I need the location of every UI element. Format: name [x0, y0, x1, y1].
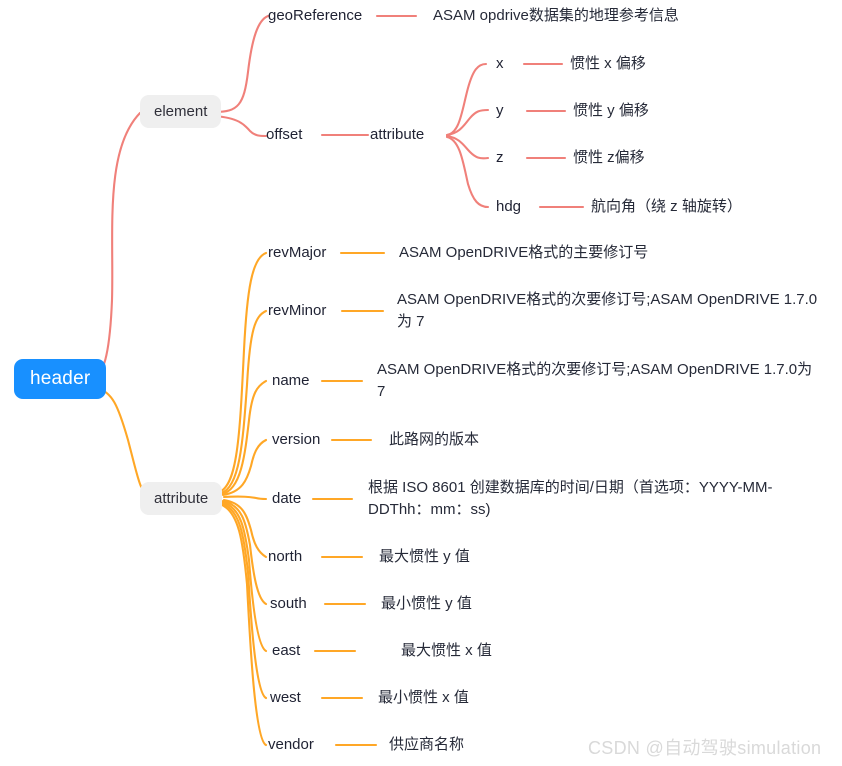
node-version[interactable]: version: [272, 430, 320, 450]
link-attribute-x: [445, 62, 488, 137]
desc-revminor: ASAM OpenDRIVE格式的次要修订号;ASAM OpenDRIVE 1.…: [397, 291, 818, 330]
link-attribute-y: [445, 108, 490, 137]
node-revminor[interactable]: revMinor: [268, 301, 326, 321]
branch-node-attribute[interactable]: attribute: [140, 482, 223, 516]
link-attr-revminor: [219, 309, 268, 495]
node-vendor[interactable]: vendor: [268, 735, 314, 755]
desc-east: 最大惯性 x 值: [401, 642, 492, 659]
mindmap-canvas: header element geoReference ASAM opdrive…: [0, 0, 842, 766]
node-georeference[interactable]: geoReference: [268, 6, 362, 26]
desc-offset-y: 惯性 y 偏移: [573, 102, 649, 119]
desc-version: 此路网的版本: [389, 431, 480, 448]
root-node-header[interactable]: header: [14, 359, 107, 399]
desc-offset-x: 惯性 x 偏移: [570, 55, 646, 72]
desc-north: 最大惯性 y 值: [379, 548, 470, 565]
link-attribute-z: [445, 134, 490, 160]
desc-date: 根据 ISO 8601 创建数据库的时间/日期（首选项：YYYY-MM-DDTh…: [368, 479, 773, 518]
branch-node-element[interactable]: element: [140, 95, 222, 129]
desc-offset-hdg: 航向角（绕 z 轴旋转）: [591, 198, 742, 215]
desc-vendor: 供应商名称: [389, 736, 465, 753]
node-west[interactable]: west: [270, 688, 301, 708]
desc-revmajor: ASAM OpenDRIVE格式的主要修订号: [399, 244, 649, 261]
link-attr-version: [221, 438, 268, 497]
node-name[interactable]: name: [272, 371, 310, 391]
link-attr-west: [219, 501, 268, 700]
link-attr-south: [221, 499, 268, 606]
desc-offset-z: 惯性 z偏移: [573, 149, 645, 166]
link-attr-date: [222, 495, 268, 501]
csdn-watermark: CSDN @自动驾驶simulation: [588, 738, 822, 758]
node-offset-z[interactable]: z: [496, 148, 504, 168]
link-attribute-hdg: [445, 135, 490, 209]
node-revmajor[interactable]: revMajor: [268, 243, 326, 263]
link-element-offset: [213, 114, 268, 138]
node-date[interactable]: date: [272, 489, 301, 509]
node-offset-y[interactable]: y: [496, 101, 504, 121]
link-root-element: [95, 111, 142, 375]
node-offset-hdg[interactable]: hdg: [496, 197, 521, 217]
desc-georeference: ASAM opdrive数据集的地理参考信息: [433, 7, 679, 24]
link-root-attribute: [95, 386, 150, 499]
link-attr-east: [220, 500, 268, 653]
node-offset-x[interactable]: x: [496, 54, 504, 74]
link-attr-north: [222, 498, 268, 559]
link-element-georeference: [213, 14, 270, 114]
link-attr-revmajor: [217, 251, 268, 494]
node-offset[interactable]: offset: [266, 125, 302, 145]
node-north[interactable]: north: [268, 547, 302, 567]
desc-west: 最小惯性 x 值: [378, 689, 469, 706]
link-attr-vendor: [218, 502, 268, 747]
desc-name: ASAM OpenDRIVE格式的次要修订号;ASAM OpenDRIVE 1.…: [377, 361, 813, 400]
desc-south: 最小惯性 y 值: [381, 595, 472, 612]
node-south[interactable]: south: [270, 594, 307, 614]
node-east[interactable]: east: [272, 641, 300, 661]
node-offset-attribute[interactable]: attribute: [370, 125, 424, 145]
link-attr-name: [220, 379, 268, 496]
